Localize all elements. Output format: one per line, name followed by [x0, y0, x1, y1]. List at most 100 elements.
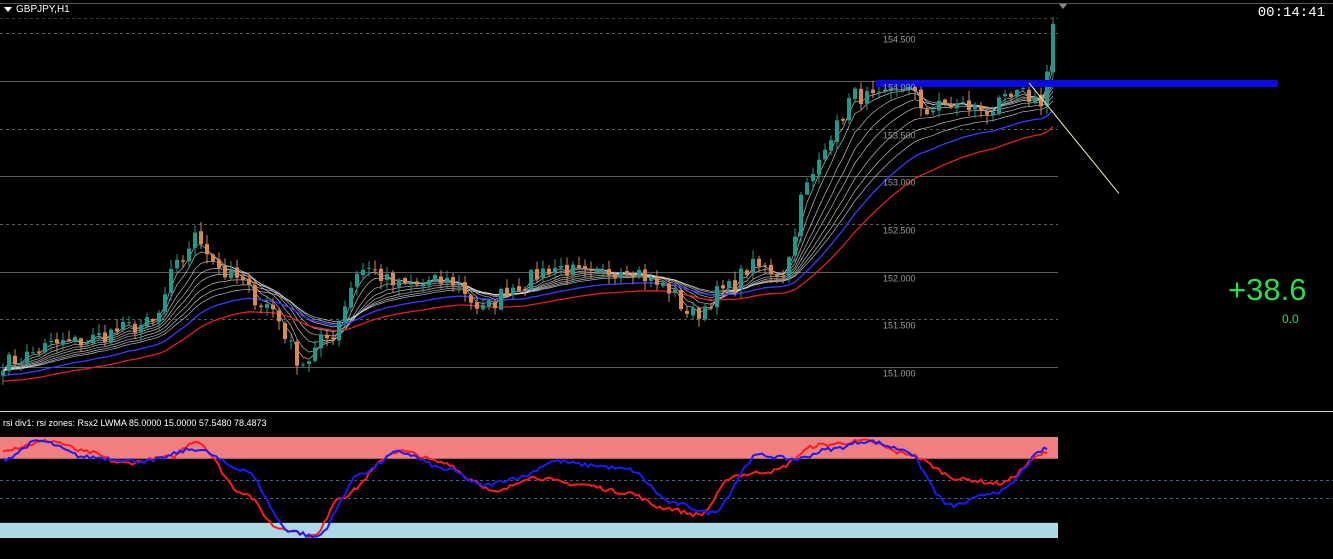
candle-body: [223, 266, 227, 278]
candle-body: [751, 258, 755, 274]
rsi-subwindow[interactable]: [0, 413, 1333, 559]
candle-body: [385, 274, 389, 280]
candle-body: [853, 88, 857, 99]
candle-body: [673, 289, 677, 293]
candle-body: [649, 276, 653, 281]
candle-body: [571, 264, 575, 275]
candle-body: [517, 286, 521, 291]
candle-body: [511, 287, 515, 295]
candle-body: [727, 281, 731, 288]
candle-body: [535, 269, 539, 280]
candle-body: [547, 268, 551, 275]
candle-body: [997, 97, 1001, 114]
price-tick-label: 152.500: [883, 226, 916, 236]
candle-body: [97, 333, 101, 335]
candle-body: [397, 279, 401, 287]
candle-body: [577, 265, 581, 268]
price-tick-label: 154.000: [883, 83, 916, 93]
candle-body: [85, 342, 89, 345]
candle-body: [541, 268, 545, 278]
candle-body: [871, 89, 875, 94]
candle-body: [757, 258, 761, 267]
candle-body: [979, 105, 983, 111]
candle-body: [667, 283, 671, 294]
candle-body: [253, 285, 257, 306]
candle-body: [421, 283, 425, 287]
candle-body: [355, 273, 359, 287]
price-tick-label: 154.500: [883, 35, 916, 45]
subwindow-label: rsi div1: rsi zones: Rsx2 LWMA 85.0000 1…: [3, 418, 267, 428]
candle-body: [61, 340, 65, 345]
moving-averages: [2, 55, 1054, 383]
candle-body: [115, 328, 119, 332]
candle-body: [703, 306, 707, 320]
candle-body: [709, 307, 713, 309]
candle-body: [949, 104, 953, 108]
price-tick-label: 153.500: [883, 131, 916, 141]
candle-body: [793, 236, 797, 256]
candle-body: [529, 270, 533, 290]
symbol-title: GBPJPY,H1: [16, 4, 70, 15]
price-tick-label: 151.500: [883, 321, 916, 331]
indicator-value-small: 0.0: [1282, 312, 1299, 326]
candle-body: [307, 361, 311, 365]
candle-body: [691, 307, 695, 316]
candle-body: [589, 269, 593, 271]
trend-line: [1028, 82, 1120, 194]
candle-body: [499, 288, 503, 310]
upper-zone: [0, 437, 1058, 459]
candle-body: [427, 280, 431, 286]
candle-body: [925, 109, 929, 115]
candle-body: [1027, 89, 1031, 102]
candle-body: [139, 324, 143, 333]
candle-body: [565, 264, 569, 276]
price-axis-labels: 154.500 154.000 153.500 153.000 152.500 152.0…: [883, 35, 916, 379]
candle-body: [331, 337, 335, 339]
candle-body: [937, 100, 941, 111]
candle-body: [877, 91, 881, 93]
candle-body: [505, 287, 509, 296]
candle-body: [187, 248, 191, 262]
candle-body: [103, 332, 107, 343]
price-grid: [0, 3, 1333, 412]
candle-body: [973, 104, 977, 110]
candle-body: [43, 343, 47, 353]
candle-body: [841, 119, 845, 121]
candle-body: [955, 103, 959, 109]
candle-body: [991, 111, 995, 116]
candle-body: [655, 276, 659, 285]
candle-body: [811, 174, 815, 182]
candle-body: [601, 269, 605, 271]
price-chart[interactable]: 154.500 154.000 153.500 153.000 152.500 152.0…: [0, 0, 1333, 413]
candle-body: [259, 305, 263, 307]
symbol-selector[interactable]: GBPJPY,H1: [4, 4, 70, 15]
candle-body: [1015, 90, 1019, 97]
candle-body: [661, 282, 665, 287]
candle-body: [787, 257, 791, 277]
candle-body: [145, 317, 149, 327]
candle-body: [181, 260, 185, 262]
candle-body: [823, 149, 827, 160]
candle-body: [403, 278, 407, 284]
candle-body: [199, 231, 203, 245]
candle-body: [679, 289, 683, 310]
candle-body: [967, 100, 971, 111]
candle-body: [157, 312, 161, 323]
candle-body: [367, 267, 371, 269]
candle-body: [91, 334, 95, 344]
candle-body: [301, 364, 305, 366]
candle-body: [151, 319, 155, 321]
candle-body: [271, 304, 275, 310]
candle-body: [847, 98, 851, 121]
lower-zone: [0, 522, 1058, 538]
candle-body: [721, 285, 725, 289]
candle-body: [475, 302, 479, 309]
candle-body: [373, 269, 377, 271]
bar-timer: 00:14:41: [1257, 5, 1325, 21]
candle-body: [409, 283, 413, 285]
candle-body: [739, 268, 743, 289]
candle-body: [1045, 71, 1049, 106]
candle-body: [247, 278, 251, 285]
resistance-band: [876, 79, 1278, 87]
candle-body: [391, 272, 395, 286]
